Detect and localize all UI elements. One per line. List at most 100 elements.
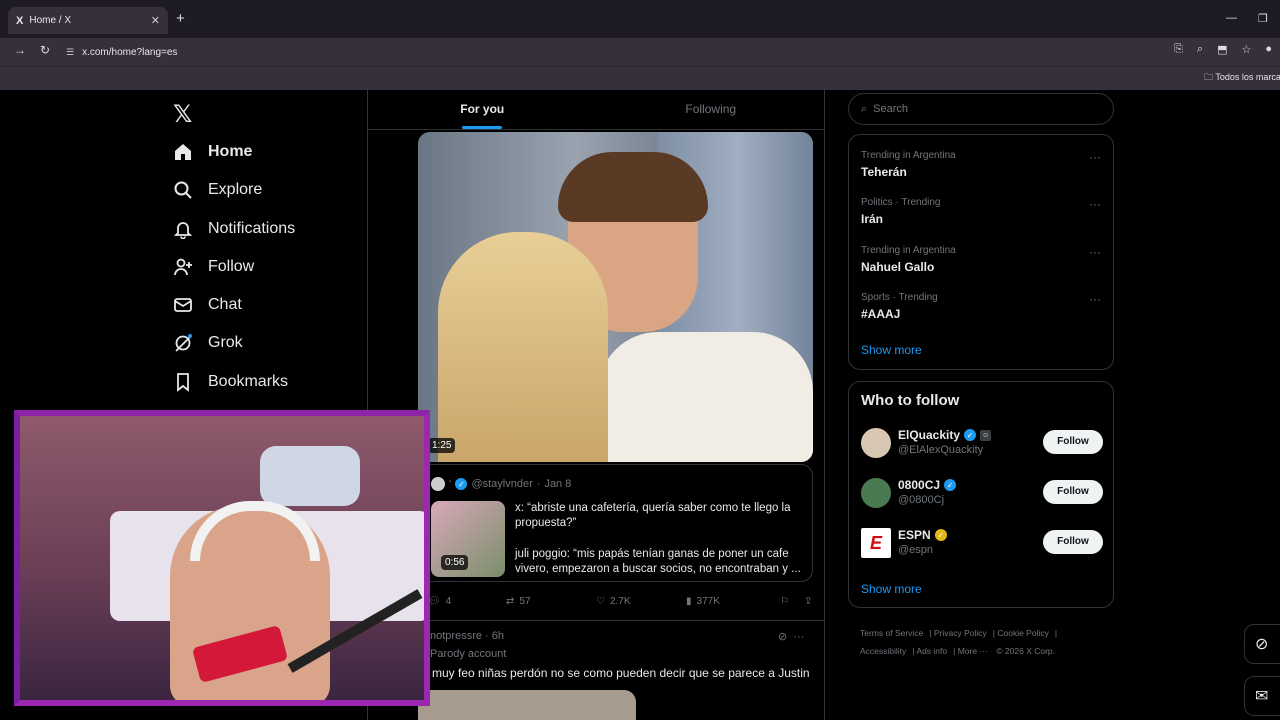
quote-text: x: “abriste una cafetería, quería saber … [515, 501, 807, 593]
add-person-icon [173, 257, 193, 277]
zoom-icon[interactable]: ⌕ [1197, 43, 1203, 56]
nav-label: Follow [208, 258, 255, 275]
divider [368, 620, 825, 621]
nav-bookmarks[interactable]: Bookmarks [173, 368, 288, 396]
nav-explore[interactable]: Explore [173, 176, 262, 204]
x-logo-icon[interactable]: 𝕏 [173, 100, 192, 129]
follow-button[interactable]: Follow [1043, 530, 1103, 554]
nav-label: Grok [208, 334, 243, 351]
footer-link[interactable]: Accessibility [860, 646, 906, 656]
show-more-link[interactable]: Show more [861, 582, 922, 596]
timeline-tabs: For you Following [368, 90, 825, 130]
restore-icon[interactable]: ❐ [1258, 12, 1268, 25]
translate-icon[interactable]: ⎘ [1174, 43, 1183, 56]
search-input[interactable]: ⌕ Search [848, 93, 1114, 125]
footer-link[interactable]: Privacy Policy [934, 628, 987, 638]
timeline: For you Following 1:25 ‘ ✓ @staylvnder ·… [367, 90, 825, 720]
share-button[interactable]: ⇪ [804, 596, 812, 607]
search-icon: ⌕ [861, 102, 868, 115]
footer-link[interactable]: More ··· [958, 646, 988, 656]
footer-link[interactable]: Cookie Policy [997, 628, 1049, 638]
follow-suggestion[interactable]: 0800CJ ✓ @0800Cj Follow [861, 476, 1103, 512]
more-icon[interactable]: ··· [1089, 292, 1101, 306]
url-field[interactable]: ☰ x.com/home?lang=es [66, 41, 1176, 63]
avatar [861, 478, 891, 508]
quote-thumbnail[interactable]: 0:56 [431, 501, 505, 577]
chat-floating-button[interactable]: ✉ [1244, 676, 1280, 716]
bookmarks-folder[interactable]: 🗀 Todos los marca [1204, 70, 1280, 86]
post-text: muy feo niñas perdón no se como pueden d… [432, 666, 810, 680]
post-meta: notpressre · 6h [430, 630, 504, 642]
reply-button[interactable]: 💬︎ 4 [428, 596, 506, 607]
post-video[interactable]: 1:25 [418, 132, 813, 462]
browser-tab[interactable]: X Home / X ✕ [8, 7, 168, 34]
affiliate-badge-icon: ☺ [980, 429, 992, 441]
like-button[interactable]: ♡ 2.7K [596, 596, 686, 607]
quoted-post[interactable]: ‘ ✓ @staylvnder · Jan 8 0:56 x: “abriste… [418, 464, 813, 582]
follow-suggestion[interactable]: ElQuackity ✓ ☺ @ElAlexQuackity Follow [861, 426, 1103, 462]
trends-box: Trending in Argentina Teherán ··· Politi… [848, 134, 1114, 370]
more-icon[interactable]: ··· [1089, 245, 1101, 259]
share-icon: ⇪ [804, 596, 813, 607]
tab-following[interactable]: Following [597, 90, 826, 129]
forward-icon[interactable]: → [14, 43, 26, 57]
nav-chat[interactable]: Chat [173, 291, 242, 319]
new-tab-icon[interactable]: + [176, 10, 185, 27]
follow-button[interactable]: Follow [1043, 480, 1103, 504]
mail-icon [173, 295, 193, 315]
tab-title: Home / X [29, 15, 72, 26]
espn-logo-icon: E [861, 528, 891, 558]
profile-icon[interactable]: ● [1265, 43, 1272, 56]
footer-link[interactable]: Terms of Service [860, 628, 923, 638]
heart-icon: ♡ [596, 596, 605, 607]
nav-home[interactable]: Home [173, 138, 252, 166]
nav-label: Bookmarks [208, 373, 289, 390]
nav-follow[interactable]: Follow [173, 253, 254, 281]
bookmark-button[interactable]: ⚐ [780, 596, 804, 607]
post-menu[interactable]: ⊘ ··· [778, 630, 804, 643]
verified-badge-icon: ✓ [964, 429, 977, 441]
repost-button[interactable]: ⇄ 57 [506, 596, 596, 607]
mail-icon: ✉ [1255, 688, 1269, 705]
follow-button[interactable]: Follow [1043, 430, 1103, 454]
trend-item[interactable]: Trending in Argentina Teherán [861, 150, 956, 179]
site-info-icon[interactable]: ☰ [66, 47, 74, 58]
video-duration: 1:25 [428, 438, 456, 453]
repost-icon: ⇄ [506, 596, 515, 607]
tab-for-you[interactable]: For you [368, 90, 597, 129]
browser-tab-strip: X Home / X ✕ + — ❐ [0, 0, 1280, 38]
more-icon[interactable]: ··· [1089, 150, 1101, 164]
views-button[interactable]: ▮ 377K [686, 596, 780, 607]
nav-grok[interactable]: Grok [173, 329, 243, 357]
grok-icon[interactable]: ⊘ [778, 631, 787, 643]
show-more-link[interactable]: Show more [861, 343, 922, 357]
webcam-overlay [14, 410, 430, 706]
bookmark-icon [173, 372, 193, 392]
home-icon [173, 142, 193, 162]
search-placeholder: Search [873, 103, 909, 115]
install-icon[interactable]: ⬒ [1217, 43, 1227, 56]
grok-floating-button[interactable]: ⊘ [1244, 624, 1280, 664]
trend-item[interactable]: Politics · Trending Irán [861, 197, 940, 226]
who-to-follow-box: Who to follow ElQuackity ✓ ☺ @ElAlexQuac… [848, 381, 1114, 608]
nav-label: Notifications [208, 220, 296, 237]
bookmark-icon: ⚐ [780, 596, 789, 607]
follow-suggestion[interactable]: E ESPN ✓ @espn Follow [861, 526, 1103, 562]
more-icon[interactable]: ··· [1089, 197, 1101, 211]
footer-link[interactable]: Ads info [916, 646, 947, 656]
star-icon[interactable]: ☆ [1241, 43, 1251, 56]
reload-icon[interactable]: ↻ [40, 43, 50, 57]
nav-notifications[interactable]: Notifications [173, 215, 295, 243]
close-tab-icon[interactable]: ✕ [151, 14, 160, 27]
trend-item[interactable]: Sports · Trending #AAAJ [861, 292, 938, 321]
thumb-duration: 0:56 [441, 555, 469, 570]
more-icon[interactable]: ··· [793, 631, 804, 643]
nav-label: Chat [208, 296, 242, 313]
bookmarks-bar: 🗀 Todos los marca [0, 66, 1280, 90]
post-image[interactable] [418, 690, 636, 720]
url-text: x.com/home?lang=es [82, 46, 178, 58]
post-actions: 💬︎ 4 ⇄ 57 ♡ 2.7K ▮ 377K ⚐ ⇪ [428, 596, 818, 607]
trend-item[interactable]: Trending in Argentina Nahuel Gallo [861, 245, 956, 274]
footer: Terms of Service | Privacy Policy | Cookie… [860, 628, 1058, 656]
minimize-icon[interactable]: — [1226, 12, 1237, 24]
